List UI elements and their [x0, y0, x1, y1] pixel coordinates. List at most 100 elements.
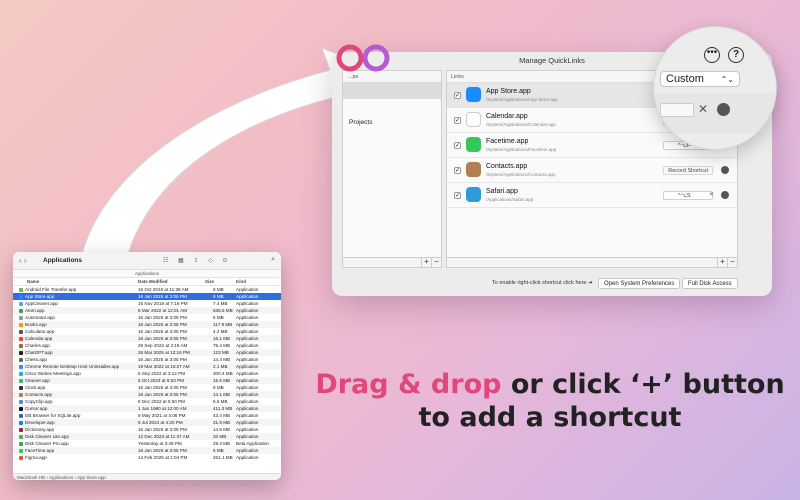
record-shortcut-field[interactable]: Record Shortcut: [663, 166, 713, 175]
link-name: Contacts.app: [486, 163, 528, 170]
file-kind: Application: [236, 294, 259, 299]
file-row[interactable]: Cisco Webex Meetings.app 6 Sep 2022 at 3…: [13, 370, 281, 377]
link-row[interactable]: ✓ Safari.app /Applications/Safari.app ^⌥…: [447, 183, 737, 208]
file-size: 638.6 MB: [213, 308, 233, 313]
app-icon: [19, 385, 23, 390]
remove-link-button[interactable]: −: [727, 258, 737, 267]
full-disk-access-button[interactable]: Full Disk Access: [682, 278, 738, 289]
open-system-preferences-button[interactable]: Open System Preferences: [598, 278, 681, 289]
enable-checkbox[interactable]: ✓: [454, 92, 461, 99]
finder-status-path: Macintosh HD › Applications › App Store.…: [13, 473, 281, 480]
app-icon: [19, 315, 23, 320]
category-item-projects[interactable]: Projects: [343, 115, 441, 131]
reveal-icon[interactable]: [721, 166, 729, 174]
app-icon: [19, 413, 23, 418]
file-name: Dictionary.app: [25, 427, 55, 432]
search-icon[interactable]: ⌕: [271, 256, 275, 264]
file-row[interactable]: Cleaner.app 6 Oct 2023 at 9:53 PM 15.5 M…: [13, 377, 281, 384]
category-item[interactable]: [343, 83, 441, 99]
zoomed-shortcut-field[interactable]: [660, 103, 694, 117]
file-kind: Application: [236, 329, 259, 334]
file-size: 20 MB: [213, 434, 227, 439]
file-size: 8 MB: [213, 294, 224, 299]
file-row[interactable]: Contacts.app 16 Jan 2025 at 3:05 PM 14.1…: [13, 391, 281, 398]
shortcut-field[interactable]: ^⌥S: [663, 191, 713, 200]
col-name[interactable]: Name: [27, 279, 39, 284]
search-icon[interactable]: [717, 103, 730, 116]
add-link-button[interactable]: +: [717, 258, 727, 267]
enable-checkbox[interactable]: ✓: [454, 192, 461, 199]
file-name: Disk Cleaner Pro.app: [25, 441, 69, 446]
file-date: 9 Jul 2024 at 4:20 PM: [138, 420, 183, 425]
file-row[interactable]: CopyClip.app 8 Dec 2022 at 5:50 PM 6.5 M…: [13, 398, 281, 405]
file-name: Calculator.app: [25, 329, 55, 334]
file-row[interactable]: FaceTime.app 16 Jan 2025 at 3:05 PM 6 MB…: [13, 447, 281, 454]
add-category-button[interactable]: +: [421, 258, 431, 267]
file-name: Android File Transfer.app: [25, 287, 77, 292]
file-size: 300.4 MB: [213, 371, 233, 376]
enable-checkbox[interactable]: ✓: [454, 117, 461, 124]
file-row[interactable]: Calculator.app 16 Jan 2025 at 3:05 PM 4.…: [13, 328, 281, 335]
window-footer: To enable right-click shortcut click her…: [332, 278, 772, 290]
back-forward-icon[interactable]: ‹ ›: [19, 256, 27, 265]
finder-title: Applications: [43, 257, 83, 264]
file-row[interactable]: Chess.app 16 Jan 2025 at 3:05 PM 14.4 MB…: [13, 356, 281, 363]
file-date: 16 Jan 2025 at 3:05 PM: [138, 385, 187, 390]
file-row[interactable]: Atom.app 8 Mar 2022 at 12:01 AM 638.6 MB…: [13, 307, 281, 314]
file-row[interactable]: Books.app 16 Jan 2025 at 3:05 PM 117.9 M…: [13, 321, 281, 328]
file-date: 16 Oct 2018 at 11:38 AM: [138, 287, 189, 292]
enable-checkbox[interactable]: ✓: [454, 142, 461, 149]
clear-shortcut-icon[interactable]: ✕: [709, 191, 714, 198]
link-row[interactable]: ✓ Contacts.app /System/Applications/Cont…: [447, 158, 737, 183]
link-path: /System/Applications/Contacts.app: [486, 172, 556, 177]
reveal-icon[interactable]: [721, 191, 729, 199]
toolbar-icons[interactable]: ☷ ▦ ⇪ ◇ ⊙: [163, 257, 231, 264]
right-click-hint: To enable right-click shortcut click her…: [492, 280, 593, 286]
file-kind: Application: [236, 371, 259, 376]
file-date: 16 Jan 2025 at 3:05 PM: [138, 427, 187, 432]
link-name: Facetime.app: [486, 138, 529, 145]
app-icon: [466, 137, 481, 152]
file-kind: Application: [236, 378, 259, 383]
file-row[interactable]: Charles.app 29 Sep 2022 at 2:15 AM 75.4 …: [13, 342, 281, 349]
file-row[interactable]: Figma.app 14 Feb 2025 at 1:04 PM 261.1 M…: [13, 454, 281, 461]
help-icon[interactable]: ?: [728, 47, 744, 63]
file-row[interactable]: Calendar.app 16 Jan 2025 at 3:05 PM 16.1…: [13, 335, 281, 342]
file-row[interactable]: Dictionary.app 16 Jan 2025 at 3:05 PM 14…: [13, 426, 281, 433]
file-row[interactable]: App Store.app 16 Jan 2025 at 3:05 PM 8 M…: [13, 293, 281, 300]
file-name: Chrome Remote Desktop Host Uninstaller.a…: [25, 364, 120, 369]
col-size[interactable]: Size: [205, 279, 214, 284]
file-date: 16 Jan 2025 at 3:05 PM: [138, 294, 187, 299]
col-date[interactable]: Date Modified: [138, 279, 168, 284]
app-icon: [19, 322, 23, 327]
enable-checkbox[interactable]: ✓: [454, 167, 461, 174]
col-kind[interactable]: Kind: [236, 279, 246, 284]
file-row[interactable]: ChatGPT.app 26 Mar 2025 at 12:16 PM 123 …: [13, 349, 281, 356]
file-kind: Application: [236, 406, 259, 411]
chevron-updown-icon: ⌃⌄: [720, 75, 734, 84]
category-item[interactable]: [343, 99, 441, 115]
more-options-icon[interactable]: •••: [704, 47, 720, 63]
headline-accent: Drag & drop: [315, 369, 502, 400]
link-path: /System/Applications/App Store.app: [486, 97, 558, 102]
file-row[interactable]: Disk Cleaner Lite.app 12 Dec 2023 at 11:…: [13, 433, 281, 440]
file-row[interactable]: Clock.app 16 Jan 2025 at 3:05 PM 9 MB Ap…: [13, 384, 281, 391]
file-row[interactable]: Automator.app 16 Jan 2025 at 3:05 PM 5 M…: [13, 314, 281, 321]
app-icon: [19, 294, 23, 299]
file-size: 14.1 MB: [213, 392, 231, 397]
file-row[interactable]: Disk Cleaner Pro.app Yesterday at 3:49 P…: [13, 440, 281, 447]
file-size: 6.5 MB: [213, 399, 228, 404]
file-row[interactable]: Chrome Remote Desktop Host Uninstaller.a…: [13, 363, 281, 370]
file-size: 117.9 MB: [213, 322, 233, 327]
file-row[interactable]: Android File Transfer.app 16 Oct 2018 at…: [13, 286, 281, 293]
file-row[interactable]: DB Browser for SQLite.app 9 May 2021 at …: [13, 412, 281, 419]
preset-select[interactable]: Custom ⌃⌄: [660, 71, 740, 87]
file-row[interactable]: Cursor.app 1 Jan 1980 at 12:00 AM 411.3 …: [13, 405, 281, 412]
file-row[interactable]: Developer.app 9 Jul 2024 at 4:20 PM 31.9…: [13, 419, 281, 426]
remove-category-button[interactable]: −: [431, 258, 441, 267]
file-name: Automator.app: [25, 315, 55, 320]
file-row[interactable]: AppCleaner.app 16 Nov 2019 at 7:18 PM 7.…: [13, 300, 281, 307]
file-date: 16 Jan 2025 at 3:05 PM: [138, 322, 187, 327]
link-path: /System/Applications/Calendar.app: [486, 122, 556, 127]
clear-icon[interactable]: ✕: [698, 102, 708, 116]
